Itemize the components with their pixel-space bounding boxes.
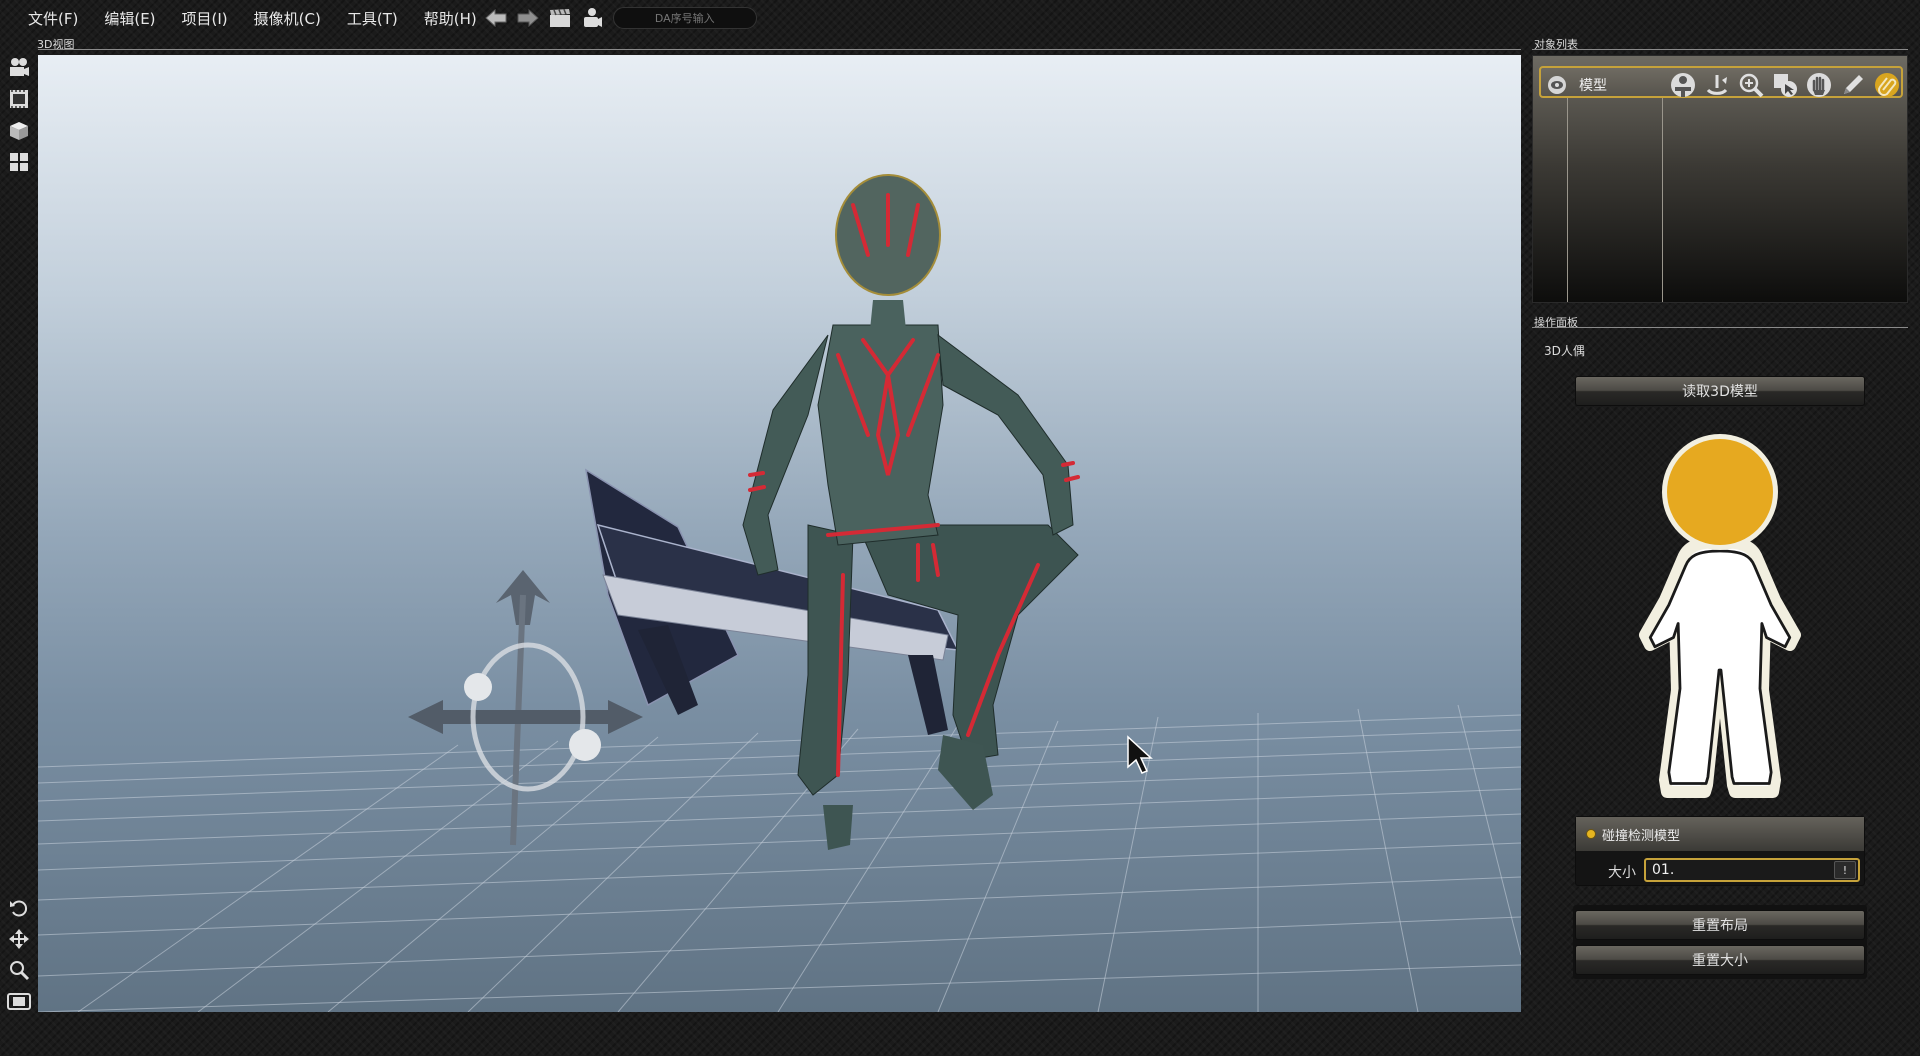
menu-camera[interactable]: 摄像机(C) — [254, 8, 321, 29]
menu-file[interactable]: 文件(F) — [28, 8, 78, 29]
rotate-icon[interactable] — [6, 895, 32, 921]
visibility-icon[interactable] — [1543, 71, 1571, 99]
collision-header[interactable]: 碰撞检测模型 — [1576, 817, 1864, 851]
column-divider — [1567, 66, 1568, 302]
3d-viewport[interactable] — [38, 55, 1521, 1012]
move-icon[interactable] — [6, 926, 32, 952]
attach-icon[interactable] — [1873, 71, 1901, 99]
forward-arrow-icon[interactable] — [515, 5, 541, 31]
reset-size-button[interactable]: 重置大小 — [1575, 945, 1865, 975]
person-icon[interactable] — [1669, 71, 1697, 99]
reset-layout-button[interactable]: 重置布局 — [1575, 910, 1865, 940]
size-confirm-button[interactable]: ! — [1834, 861, 1856, 879]
mannequin-figure[interactable] — [1625, 430, 1815, 806]
grid-layout-icon[interactable] — [6, 149, 32, 175]
column-divider — [1662, 66, 1663, 302]
floor-grid — [38, 704, 1521, 1012]
hand-icon[interactable] — [1805, 71, 1833, 99]
collision-title: 碰撞检测模型 — [1602, 828, 1681, 844]
screenshot-icon[interactable] — [6, 988, 32, 1014]
object-list-divider — [1532, 49, 1908, 50]
collision-radio-icon[interactable] — [1586, 829, 1596, 839]
pencil-icon[interactable] — [1839, 71, 1867, 99]
menu-tools[interactable]: 工具(T) — [347, 8, 398, 29]
film-strip-icon[interactable] — [6, 86, 32, 112]
camera-person-icon[interactable] — [579, 5, 605, 31]
select-icon[interactable] — [1771, 71, 1799, 99]
menu-edit[interactable]: 编辑(E) — [104, 8, 155, 29]
panel-subtitle: 3D人偶 — [1544, 344, 1585, 358]
object-name: 模型 — [1579, 78, 1607, 94]
menu-bar: 文件(F) 编辑(E) 项目(I) 摄像机(C) 工具(T) 帮助(H) — [0, 0, 1920, 36]
load-3d-model-button[interactable]: 读取3D模型 — [1575, 376, 1865, 406]
transform-gizmo — [408, 570, 643, 846]
clapperboard-icon[interactable] — [547, 5, 573, 31]
size-input[interactable] — [1644, 858, 1860, 882]
character-figure — [742, 174, 1080, 850]
operation-panel-divider — [1532, 327, 1908, 328]
menu-project[interactable]: 项目(I) — [182, 8, 228, 29]
zoom-icon[interactable] — [1737, 71, 1765, 99]
movie-camera-icon[interactable] — [6, 55, 32, 81]
cube-icon[interactable] — [6, 118, 32, 144]
viewport-divider — [38, 49, 1521, 50]
scene — [38, 174, 1521, 1012]
zoom-icon[interactable] — [6, 957, 32, 983]
menu-help[interactable]: 帮助(H) — [424, 8, 477, 29]
rotate-icon[interactable] — [1703, 71, 1731, 99]
collision-detection-panel: 碰撞检测模型 大小 ! — [1575, 816, 1865, 886]
object-list-panel: 模型 — [1532, 55, 1908, 303]
object-row-model[interactable]: 模型 — [1539, 66, 1903, 98]
mannequin-head[interactable] — [1667, 439, 1773, 545]
back-arrow-icon[interactable] — [483, 5, 509, 31]
size-label: 大小 — [1608, 865, 1636, 881]
da-number-input[interactable] — [612, 7, 757, 29]
